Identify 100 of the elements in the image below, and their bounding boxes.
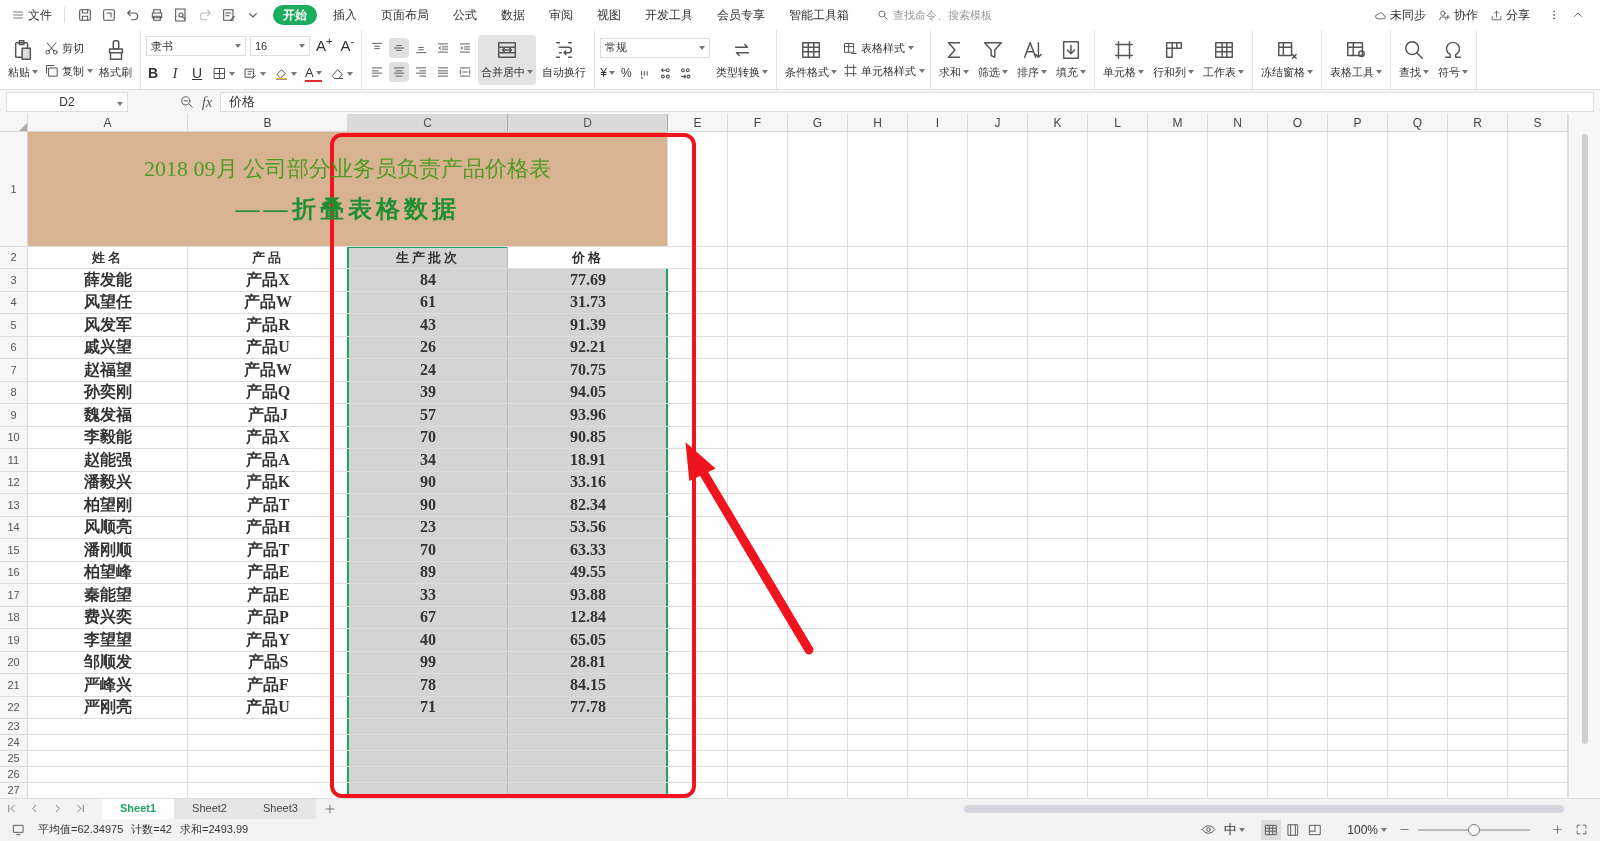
ribbon-button[interactable]: 单元格样式 [843, 62, 926, 79]
zoom-level-button[interactable]: 100% [1347, 820, 1387, 839]
column-header[interactable]: P [1328, 114, 1388, 131]
format-button[interactable]: B [146, 63, 160, 85]
ribbon-button[interactable]: 条件格式 [782, 34, 841, 85]
column-header[interactable]: F [728, 114, 788, 131]
sheet-tab[interactable]: Sheet3 [244, 798, 316, 819]
ribbon-button[interactable]: 符号 [1435, 34, 1472, 85]
column-header[interactable]: D [508, 114, 668, 131]
ribbon-button[interactable]: 复制 [44, 62, 93, 79]
ribbon-button[interactable]: 排序 [1014, 34, 1051, 85]
ribbon-tab[interactable]: 会员专享 [705, 5, 777, 25]
ribbon-button[interactable]: 冻结窗格 [1258, 34, 1317, 85]
row-header[interactable]: 6 [0, 336, 28, 358]
horizontal-scrollbar[interactable] [964, 804, 1564, 813]
row-header[interactable]: 13 [0, 494, 28, 516]
column-header[interactable]: R [1448, 114, 1508, 131]
ribbon-button[interactable]: 查找 [1396, 34, 1433, 85]
row-header[interactable]: 14 [0, 516, 28, 538]
last-sheet-icon[interactable] [75, 803, 86, 814]
ribbon-button[interactable]: 筛选 [975, 34, 1012, 85]
format-button[interactable]: I [168, 63, 182, 85]
toolbar-button[interactable]: 未同步 [1368, 6, 1432, 24]
search-field[interactable]: 查找命令、搜索模板 [877, 6, 1043, 24]
undo-icon[interactable] [125, 7, 141, 23]
format-button[interactable]: U [190, 63, 204, 85]
row-header[interactable]: 16 [0, 561, 28, 583]
ribbon-button[interactable]: 格式刷 [96, 34, 135, 85]
cell-fill-icon[interactable] [243, 66, 258, 82]
font-name-field[interactable]: 隶书 [146, 36, 246, 56]
row-header[interactable]: 8 [0, 381, 28, 403]
ribbon-button[interactable]: 求和 [936, 34, 973, 85]
toolbar-button[interactable]: 分享 [1484, 6, 1536, 24]
sheet-tab[interactable]: Sheet2 [174, 798, 245, 819]
row-header[interactable]: 18 [0, 606, 28, 628]
row-header[interactable]: 3 [0, 269, 28, 291]
first-sheet-icon[interactable] [6, 803, 17, 814]
column-header[interactable]: L [1088, 114, 1148, 131]
row-header[interactable]: 1 [0, 132, 28, 246]
column-header[interactable]: K [1028, 114, 1088, 131]
eraser-icon[interactable] [329, 66, 345, 82]
row-header[interactable]: 22 [0, 696, 28, 718]
ribbon-tab[interactable]: 插入 [321, 5, 369, 25]
preview-icon[interactable] [173, 7, 189, 23]
ribbon-tab[interactable]: 开发工具 [633, 5, 705, 25]
save-icon[interactable] [77, 7, 93, 23]
row-header[interactable]: 7 [0, 359, 28, 381]
column-header[interactable]: Q [1388, 114, 1448, 131]
column-header[interactable]: J [968, 114, 1028, 131]
export-icon[interactable] [101, 7, 117, 23]
add-sheet-icon[interactable] [323, 802, 336, 815]
form-icon[interactable] [221, 7, 237, 23]
row-header[interactable]: 19 [0, 629, 28, 651]
ribbon-tab[interactable]: 视图 [585, 5, 633, 25]
slider-thumb[interactable] [1468, 823, 1480, 836]
column-header[interactable]: N [1208, 114, 1268, 131]
ribbon-button[interactable]: 工作表 [1200, 34, 1248, 85]
alignment-button[interactable] [389, 61, 410, 82]
font-color-button[interactable]: A [305, 65, 322, 82]
column-header[interactable]: G [788, 114, 848, 131]
font-size-button[interactable]: A$^{-}$ [338, 34, 357, 58]
row-header[interactable]: 23 [0, 719, 28, 734]
ribbon-button[interactable]: 表格样式 [843, 40, 926, 57]
number-format-field[interactable]: 常规 [600, 37, 711, 58]
percent-button[interactable]: % [621, 63, 632, 82]
row-header[interactable]: 21 [0, 674, 28, 696]
ribbon-button[interactable]: 行和列 [1150, 34, 1198, 85]
column-header[interactable]: I [908, 114, 968, 131]
ribbon-tab[interactable]: 数据 [489, 5, 537, 25]
row-header[interactable]: 2 [0, 247, 28, 268]
column-header[interactable]: H [848, 114, 908, 131]
row-header[interactable]: 27 [0, 783, 28, 798]
column-header[interactable]: C [348, 114, 508, 131]
ribbon-tab[interactable]: 智能工具箱 [777, 5, 861, 25]
row-header[interactable]: 26 [0, 767, 28, 782]
row-header[interactable]: 9 [0, 404, 28, 426]
ribbon-tab[interactable]: 页面布局 [369, 5, 441, 25]
input-mode-button[interactable]: 中 [1224, 819, 1246, 840]
paint-bucket-icon[interactable] [274, 66, 289, 82]
row-header[interactable]: 25 [0, 751, 28, 766]
currency-button[interactable]: ¥ [600, 63, 616, 82]
alignment-button[interactable] [389, 37, 410, 58]
name-box[interactable]: D2 [6, 92, 128, 112]
row-header[interactable]: 17 [0, 584, 28, 606]
fullscreen-icon[interactable] [1575, 823, 1588, 836]
ribbon-tab[interactable]: 公式 [441, 5, 489, 25]
row-header[interactable]: 4 [0, 291, 28, 313]
ribbon-button[interactable]: 填充 [1053, 34, 1090, 85]
formula-field[interactable]: 价格 [220, 92, 1594, 112]
ribbon-button[interactable]: 表格工具 [1327, 34, 1386, 85]
print-icon[interactable] [149, 7, 165, 23]
column-header[interactable]: E [668, 114, 728, 131]
file-menu-button[interactable]: 文件 [8, 6, 56, 24]
row-header[interactable]: 12 [0, 471, 28, 493]
row-header[interactable]: 20 [0, 651, 28, 673]
row-header[interactable]: 10 [0, 426, 28, 448]
ribbon-button[interactable]: 类型转换 [713, 34, 772, 85]
row-header[interactable]: 15 [0, 539, 28, 561]
ribbon-button[interactable]: 单元格 [1100, 34, 1148, 85]
font-size-field[interactable]: 16 [250, 36, 310, 56]
